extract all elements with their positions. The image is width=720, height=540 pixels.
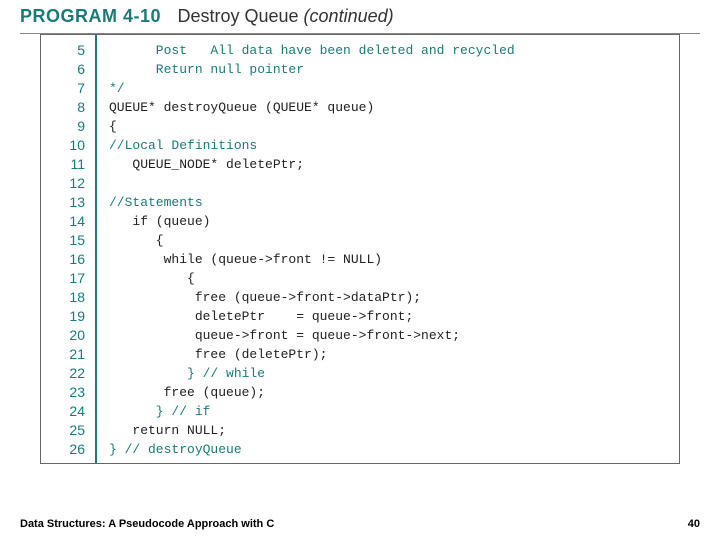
code-line: QUEUE* destroyQueue (QUEUE* queue) — [109, 98, 671, 117]
line-number: 21 — [41, 345, 85, 364]
line-number: 12 — [41, 174, 85, 193]
program-label: PROGRAM 4-10 — [20, 6, 161, 26]
line-number: 23 — [41, 383, 85, 402]
footer-book-title: Data Structures: A Pseudocode Approach w… — [20, 518, 274, 530]
line-number: 19 — [41, 307, 85, 326]
footer-page-number: 40 — [688, 518, 700, 530]
line-number: 11 — [41, 155, 85, 174]
line-number: 15 — [41, 231, 85, 250]
code-line — [109, 174, 671, 193]
code-line: QUEUE_NODE* deletePtr; — [109, 155, 671, 174]
line-number: 17 — [41, 269, 85, 288]
code-line: Post All data have been deleted and recy… — [109, 41, 671, 60]
code-line: if (queue) — [109, 212, 671, 231]
continued-text: (continued) — [304, 6, 394, 26]
code-line: //Statements — [109, 193, 671, 212]
line-number: 8 — [41, 98, 85, 117]
line-number: 6 — [41, 60, 85, 79]
code-line: */ — [109, 79, 671, 98]
line-number: 9 — [41, 117, 85, 136]
title-text: Destroy Queue — [177, 6, 303, 26]
code-line: } // destroyQueue — [109, 440, 671, 459]
code-line: } // if — [109, 402, 671, 421]
line-number: 14 — [41, 212, 85, 231]
line-number: 20 — [41, 326, 85, 345]
line-number: 16 — [41, 250, 85, 269]
code-line: { — [109, 269, 671, 288]
program-header: PROGRAM 4-10 Destroy Queue (continued) — [0, 0, 720, 31]
code-line: { — [109, 231, 671, 250]
code-line: } // while — [109, 364, 671, 383]
code-line: queue->front = queue->front->next; — [109, 326, 671, 345]
program-title: Destroy Queue (continued) — [177, 6, 393, 26]
line-number: 22 — [41, 364, 85, 383]
line-number: 5 — [41, 41, 85, 60]
line-number: 13 — [41, 193, 85, 212]
code-line: free (deletePtr); — [109, 345, 671, 364]
slide-footer: Data Structures: A Pseudocode Approach w… — [20, 518, 700, 530]
line-number-gutter: 567891011121314151617181920212223242526 — [41, 35, 97, 463]
code-line: return NULL; — [109, 421, 671, 440]
line-number: 10 — [41, 136, 85, 155]
code-line: while (queue->front != NULL) — [109, 250, 671, 269]
code-line: free (queue->front->dataPtr); — [109, 288, 671, 307]
line-number: 25 — [41, 421, 85, 440]
code-line: //Local Definitions — [109, 136, 671, 155]
code-listing: 567891011121314151617181920212223242526 … — [40, 34, 680, 464]
line-number: 24 — [41, 402, 85, 421]
line-number: 18 — [41, 288, 85, 307]
line-number: 26 — [41, 440, 85, 459]
code-line: deletePtr = queue->front; — [109, 307, 671, 326]
code-line: { — [109, 117, 671, 136]
code-line: free (queue); — [109, 383, 671, 402]
code-line: Return null pointer — [109, 60, 671, 79]
line-number: 7 — [41, 79, 85, 98]
code-column: Post All data have been deleted and recy… — [97, 35, 679, 463]
